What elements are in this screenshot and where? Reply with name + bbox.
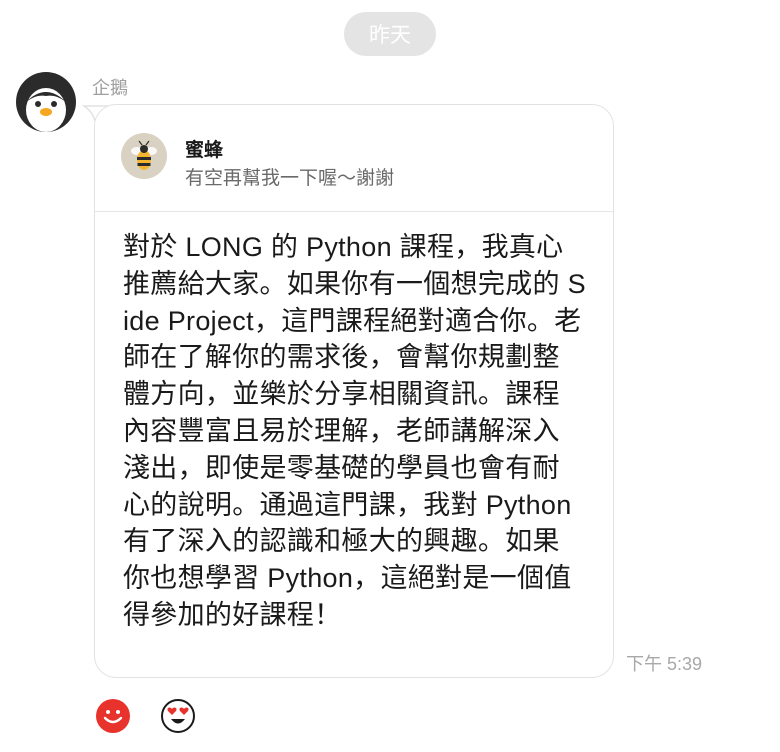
quote-avatar [121,133,167,179]
quote-sender-name: 蜜蜂 [185,140,224,161]
penguin-icon [16,72,76,132]
quote-text: 有空再幫我一下喔～謝謝 [185,168,395,189]
reaction-smile[interactable] [95,698,131,734]
message-bubble[interactable]: 蜜蜂 有空再幫我一下喔～謝謝 對於 LONG 的 Python 課程，我真心推薦… [94,104,614,678]
reply-quote[interactable]: 蜜蜂 有空再幫我一下喔～謝謝 [95,105,613,212]
bee-icon [121,133,167,179]
message-text: 對於 LONG 的 Python 課程，我真心推薦給大家。如果你有一個想完成的 … [123,232,586,630]
smile-emoji-icon [96,699,130,733]
reaction-heart-eyes[interactable] [160,698,196,734]
chat-view: 昨天 企鵝 蜜蜂 有空再幫我一下喔～謝謝 對於 LONG 的 Python 課程… [0,0,780,752]
message-timestamp: 下午 5:39 [626,654,703,674]
sender-name: 企鵝 [92,78,128,98]
date-divider: 昨天 [344,12,436,56]
sender-avatar[interactable] [16,72,76,132]
heart-eyes-emoji-icon [161,699,195,733]
date-divider-label: 昨天 [369,24,411,47]
